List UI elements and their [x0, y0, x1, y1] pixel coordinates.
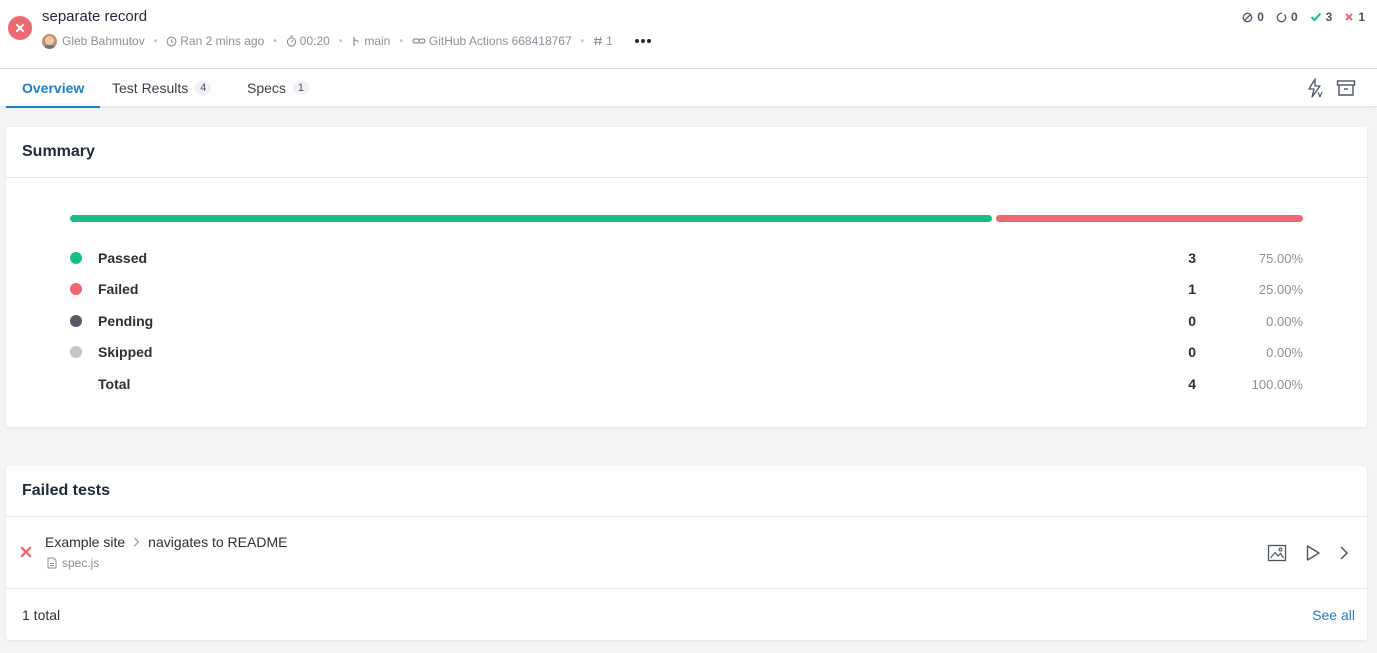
avatar	[42, 33, 57, 49]
lightning-icon[interactable]	[1306, 78, 1324, 103]
file-icon	[47, 557, 57, 569]
progress-failed	[995, 215, 1303, 222]
passed-count: 3	[1310, 10, 1332, 24]
hash-icon	[594, 36, 603, 46]
play-icon[interactable]	[1305, 544, 1321, 562]
separator: •	[399, 35, 403, 47]
run-number-value: 1	[606, 34, 613, 48]
x-circle-icon	[8, 16, 32, 40]
skipped-icon	[1242, 12, 1253, 22]
ci-build[interactable]: GitHub Actions 668418767	[412, 34, 572, 48]
run-header: separate record Gleb Bahmutov • Ran 2 mi…	[0, 0, 1377, 69]
branch-name: main	[364, 34, 391, 48]
failed-tests-footer: 1 total See all	[6, 589, 1367, 640]
branch[interactable]: main	[351, 34, 390, 48]
more-options-icon[interactable]	[634, 39, 651, 43]
test-breadcrumb: Example site navigates to README	[45, 534, 287, 550]
suite-name: Example site	[45, 534, 126, 550]
skipped-count: 0	[1242, 10, 1264, 24]
passed-dot	[70, 252, 82, 264]
tab-specs[interactable]: Specs 1	[247, 69, 310, 107]
failed-tests-title: Failed tests	[6, 466, 1367, 517]
failed-count: 1	[1344, 10, 1365, 24]
spec-file: spec.js	[47, 556, 99, 570]
stopwatch-icon	[286, 35, 296, 47]
failed-x-icon	[20, 546, 32, 558]
tab-count-badge: 4	[195, 81, 212, 95]
legend-row-skipped: Skipped 0 0.00%	[70, 342, 1303, 362]
ran-label: Ran 2 mins ago	[180, 34, 265, 48]
duration-value: 00:20	[299, 34, 330, 48]
summary-card: Summary Passed 3 75.00% Failed 1 25.00% …	[6, 127, 1367, 427]
author[interactable]: Gleb Bahmutov	[42, 33, 145, 49]
ci-label: GitHub Actions 668418767	[428, 34, 572, 48]
progress-passed	[70, 215, 992, 222]
ran-time: Ran 2 mins ago	[166, 34, 264, 48]
test-name: navigates to README	[148, 534, 288, 550]
pending-count: 0	[1276, 10, 1298, 24]
x-icon	[1345, 13, 1354, 21]
tab-overview[interactable]: Overview	[6, 69, 101, 108]
author-name: Gleb Bahmutov	[62, 34, 145, 48]
see-all-link[interactable]: See all	[1312, 607, 1355, 623]
run-meta: Gleb Bahmutov • Ran 2 mins ago • 00:20 •…	[42, 33, 651, 49]
legend-row-total: Total 4 100.00%	[98, 376, 1303, 392]
legend-row-passed: Passed 3 75.00%	[70, 248, 1303, 268]
run-number: 1	[593, 34, 613, 48]
tab-bar: Overview Test Results 4 Specs 1	[0, 69, 1377, 108]
separator: •	[153, 35, 158, 47]
status-counts: 0 0 3 1	[1242, 10, 1365, 24]
link-icon	[412, 38, 426, 44]
failed-dot	[70, 283, 82, 295]
failed-tests-card: Failed tests Example site navigates to R…	[6, 466, 1367, 640]
archive-icon[interactable]	[1336, 79, 1356, 102]
list-item[interactable]: Example site navigates to README spec.js	[6, 517, 1367, 589]
separator: •	[338, 35, 343, 47]
legend-row-failed: Failed 1 25.00%	[70, 279, 1303, 299]
separator: •	[580, 35, 585, 47]
tab-count-badge: 1	[292, 81, 310, 95]
summary-title: Summary	[6, 127, 1367, 178]
duration: 00:20	[286, 34, 330, 48]
total-count: 1 total	[22, 606, 61, 623]
branch-icon	[353, 36, 359, 46]
separator: •	[273, 35, 277, 47]
clock-icon	[166, 36, 177, 46]
image-icon[interactable]	[1267, 544, 1287, 562]
chevron-right-icon	[134, 537, 140, 547]
run-title: separate record	[42, 8, 148, 25]
tab-test-results[interactable]: Test Results 4	[112, 69, 212, 107]
pending-icon	[1276, 12, 1287, 22]
pending-dot	[70, 315, 82, 327]
chevron-right-icon[interactable]	[1339, 545, 1349, 561]
results-progress-bar	[70, 215, 1303, 222]
check-icon	[1310, 12, 1321, 22]
skipped-dot	[70, 346, 82, 358]
row-actions	[1267, 544, 1349, 562]
legend-row-pending: Pending 0 0.00%	[70, 311, 1303, 331]
